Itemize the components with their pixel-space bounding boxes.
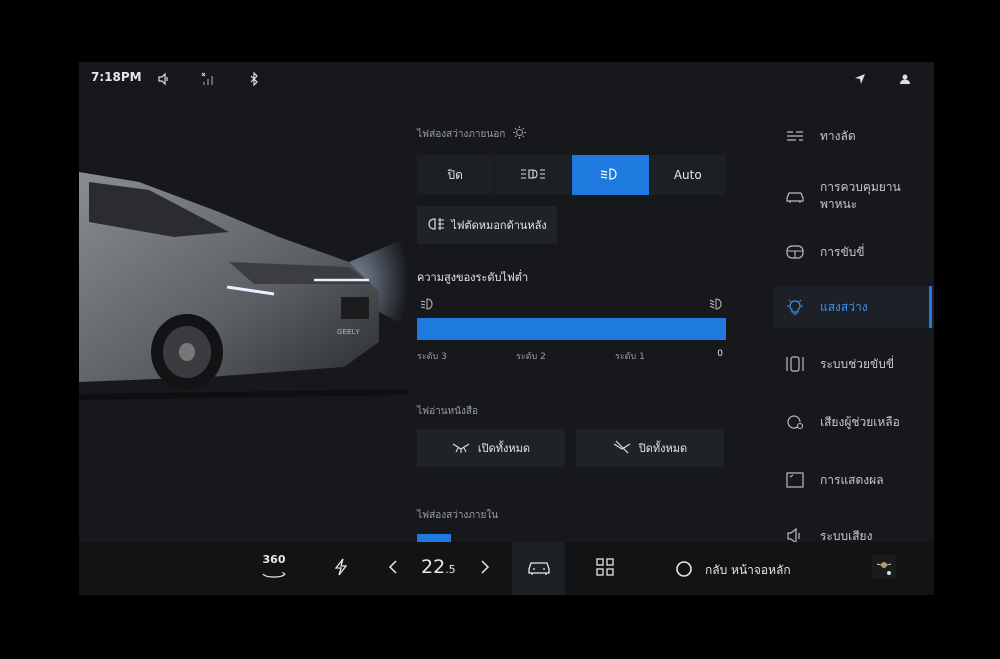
shortcut-icon bbox=[784, 125, 806, 147]
beam-high-icon bbox=[709, 295, 723, 314]
light-mode-off[interactable]: ปิด bbox=[417, 155, 495, 195]
menu-label-voice-assistant: เสียงผู้ช่วยเหลือ bbox=[820, 414, 900, 429]
exterior-light-mode-selector: ปิด Auto bbox=[417, 155, 727, 195]
home-button[interactable]: กลับ หน้าจอหลัก bbox=[675, 560, 791, 581]
menu-label-driver-assist: ระบบช่วยขับขี่ bbox=[820, 356, 895, 371]
display-icon bbox=[784, 469, 806, 491]
reading-all-off-label: ปิดทั้งหมด bbox=[638, 442, 688, 455]
vehicle-image: GEELY bbox=[79, 152, 410, 432]
exterior-lighting-label: ไฟส่องสว่างภายนอก bbox=[417, 128, 506, 140]
light-mode-parking[interactable] bbox=[494, 155, 572, 195]
menu-item-vehicle-control[interactable]: การควบคุมยาน พาหนะ bbox=[774, 166, 934, 226]
reading-lights-title: ไฟอ่านหนังสือ bbox=[417, 406, 478, 417]
reading-light-off-icon bbox=[613, 440, 631, 457]
mute-volume-icon[interactable] bbox=[155, 70, 173, 88]
menu-label-vehicle-control: การควบคุมยาน พาหนะ bbox=[820, 180, 901, 211]
light-mode-auto[interactable]: Auto bbox=[649, 155, 727, 195]
lightning-icon bbox=[334, 558, 348, 580]
steering-wheel-icon bbox=[784, 241, 806, 263]
temperature-decrease-button[interactable] bbox=[383, 542, 403, 595]
reading-lights-all-off-button[interactable]: ปิดทั้งหมด bbox=[576, 429, 724, 467]
level-0-label: 0 bbox=[717, 349, 723, 359]
rear-fog-light-label: ไฟตัดหมอกด้านหลัง bbox=[451, 219, 547, 232]
settings-side-menu: ทางลัด การควบคุมยาน พาหนะ การขับขี่ แสงส… bbox=[774, 114, 934, 554]
voice-assistant-icon bbox=[784, 411, 806, 433]
vehicle-settings-button[interactable] bbox=[512, 542, 565, 595]
user-avatar[interactable] bbox=[871, 542, 897, 595]
rotate-icon bbox=[261, 565, 287, 584]
infotainment-screen: 7:18PM GEELY ไฟส่องสว่างภายนอก ปิด Auto … bbox=[79, 62, 934, 595]
reading-light-on-icon bbox=[452, 441, 470, 456]
rear-fog-light-icon bbox=[427, 217, 445, 234]
menu-label-lighting: แสงสว่าง bbox=[820, 299, 868, 314]
menu-item-lighting[interactable]: แสงสว่าง bbox=[774, 286, 934, 328]
avatar-icon bbox=[872, 554, 896, 583]
apps-button[interactable] bbox=[593, 542, 617, 595]
svg-text:GEELY: GEELY bbox=[337, 329, 360, 336]
bottom-dock: 360 22.5 กลับ หน้าจอหลัก bbox=[79, 542, 934, 595]
chevron-right-icon bbox=[480, 559, 490, 578]
beam-low-icon bbox=[420, 295, 434, 314]
clock: 7:18PM bbox=[91, 70, 142, 84]
navigation-icon[interactable] bbox=[851, 70, 869, 88]
level-1-label: ระดับ 1 bbox=[615, 352, 645, 362]
exterior-lighting-title: ไฟส่องสว่างภายนอก bbox=[417, 126, 527, 142]
chevron-left-icon bbox=[388, 559, 398, 578]
bluetooth-icon bbox=[245, 70, 263, 88]
grid-icon bbox=[596, 557, 614, 580]
menu-label-display: การแสดงผล bbox=[820, 472, 884, 487]
parking-light-icon bbox=[520, 167, 546, 184]
sun-icon bbox=[513, 126, 527, 142]
menu-item-driving[interactable]: การขับขี่ bbox=[774, 234, 934, 270]
menu-item-driver-assist[interactable]: ระบบช่วยขับขี่ bbox=[774, 346, 934, 382]
status-bar: 7:18PM bbox=[79, 62, 934, 96]
menu-item-voice-assistant[interactable]: เสียงผู้ช่วยเหลือ bbox=[774, 404, 934, 440]
home-circle-icon bbox=[675, 560, 693, 581]
light-mode-off-label: ปิด bbox=[447, 167, 463, 182]
temperature-display: 22.5 bbox=[421, 556, 456, 578]
light-mode-low-beam[interactable] bbox=[572, 155, 650, 195]
beam-height-levels: ระดับ 3 ระดับ 2 ระดับ 1 0 bbox=[417, 349, 726, 363]
car-icon bbox=[527, 559, 551, 579]
profile-icon[interactable] bbox=[896, 70, 914, 88]
light-bulb-icon bbox=[784, 296, 806, 318]
level-2-label: ระดับ 2 bbox=[516, 352, 546, 362]
menu-label-shortcuts: ทางลัด bbox=[820, 128, 856, 143]
beam-height-slider[interactable] bbox=[417, 318, 726, 340]
reading-all-on-label: เปิดทั้งหมด bbox=[477, 442, 531, 455]
home-label: กลับ หน้าจอหลัก bbox=[705, 563, 791, 577]
low-beam-icon bbox=[600, 167, 620, 184]
menu-item-display[interactable]: การแสดงผล bbox=[774, 462, 934, 498]
camera-360-button[interactable]: 360 bbox=[259, 542, 289, 595]
menu-item-shortcuts[interactable]: ทางลัด bbox=[774, 114, 934, 158]
interior-lighting-title: ไฟส่องสว่างภายใน bbox=[417, 510, 499, 521]
reading-lights-all-on-button[interactable]: เปิดทั้งหมด bbox=[417, 429, 565, 467]
level-3-label: ระดับ 3 bbox=[417, 352, 447, 362]
rear-fog-light-button[interactable]: ไฟตัดหมอกด้านหลัง bbox=[417, 206, 557, 244]
driver-assist-icon bbox=[784, 353, 806, 375]
charging-button[interactable] bbox=[329, 542, 353, 595]
temperature-decimal: .5 bbox=[445, 563, 456, 576]
light-mode-auto-label: Auto bbox=[673, 168, 702, 182]
beam-height-title: ความสูงของระดับไฟต่ำ bbox=[417, 271, 529, 284]
temperature-main: 22 bbox=[421, 556, 446, 578]
menu-label-driving: การขับขี่ bbox=[820, 244, 865, 259]
temperature-increase-button[interactable] bbox=[475, 542, 495, 595]
no-signal-icon bbox=[199, 70, 217, 88]
vehicle-control-icon bbox=[784, 185, 806, 207]
camera-360-label: 360 bbox=[262, 552, 286, 566]
